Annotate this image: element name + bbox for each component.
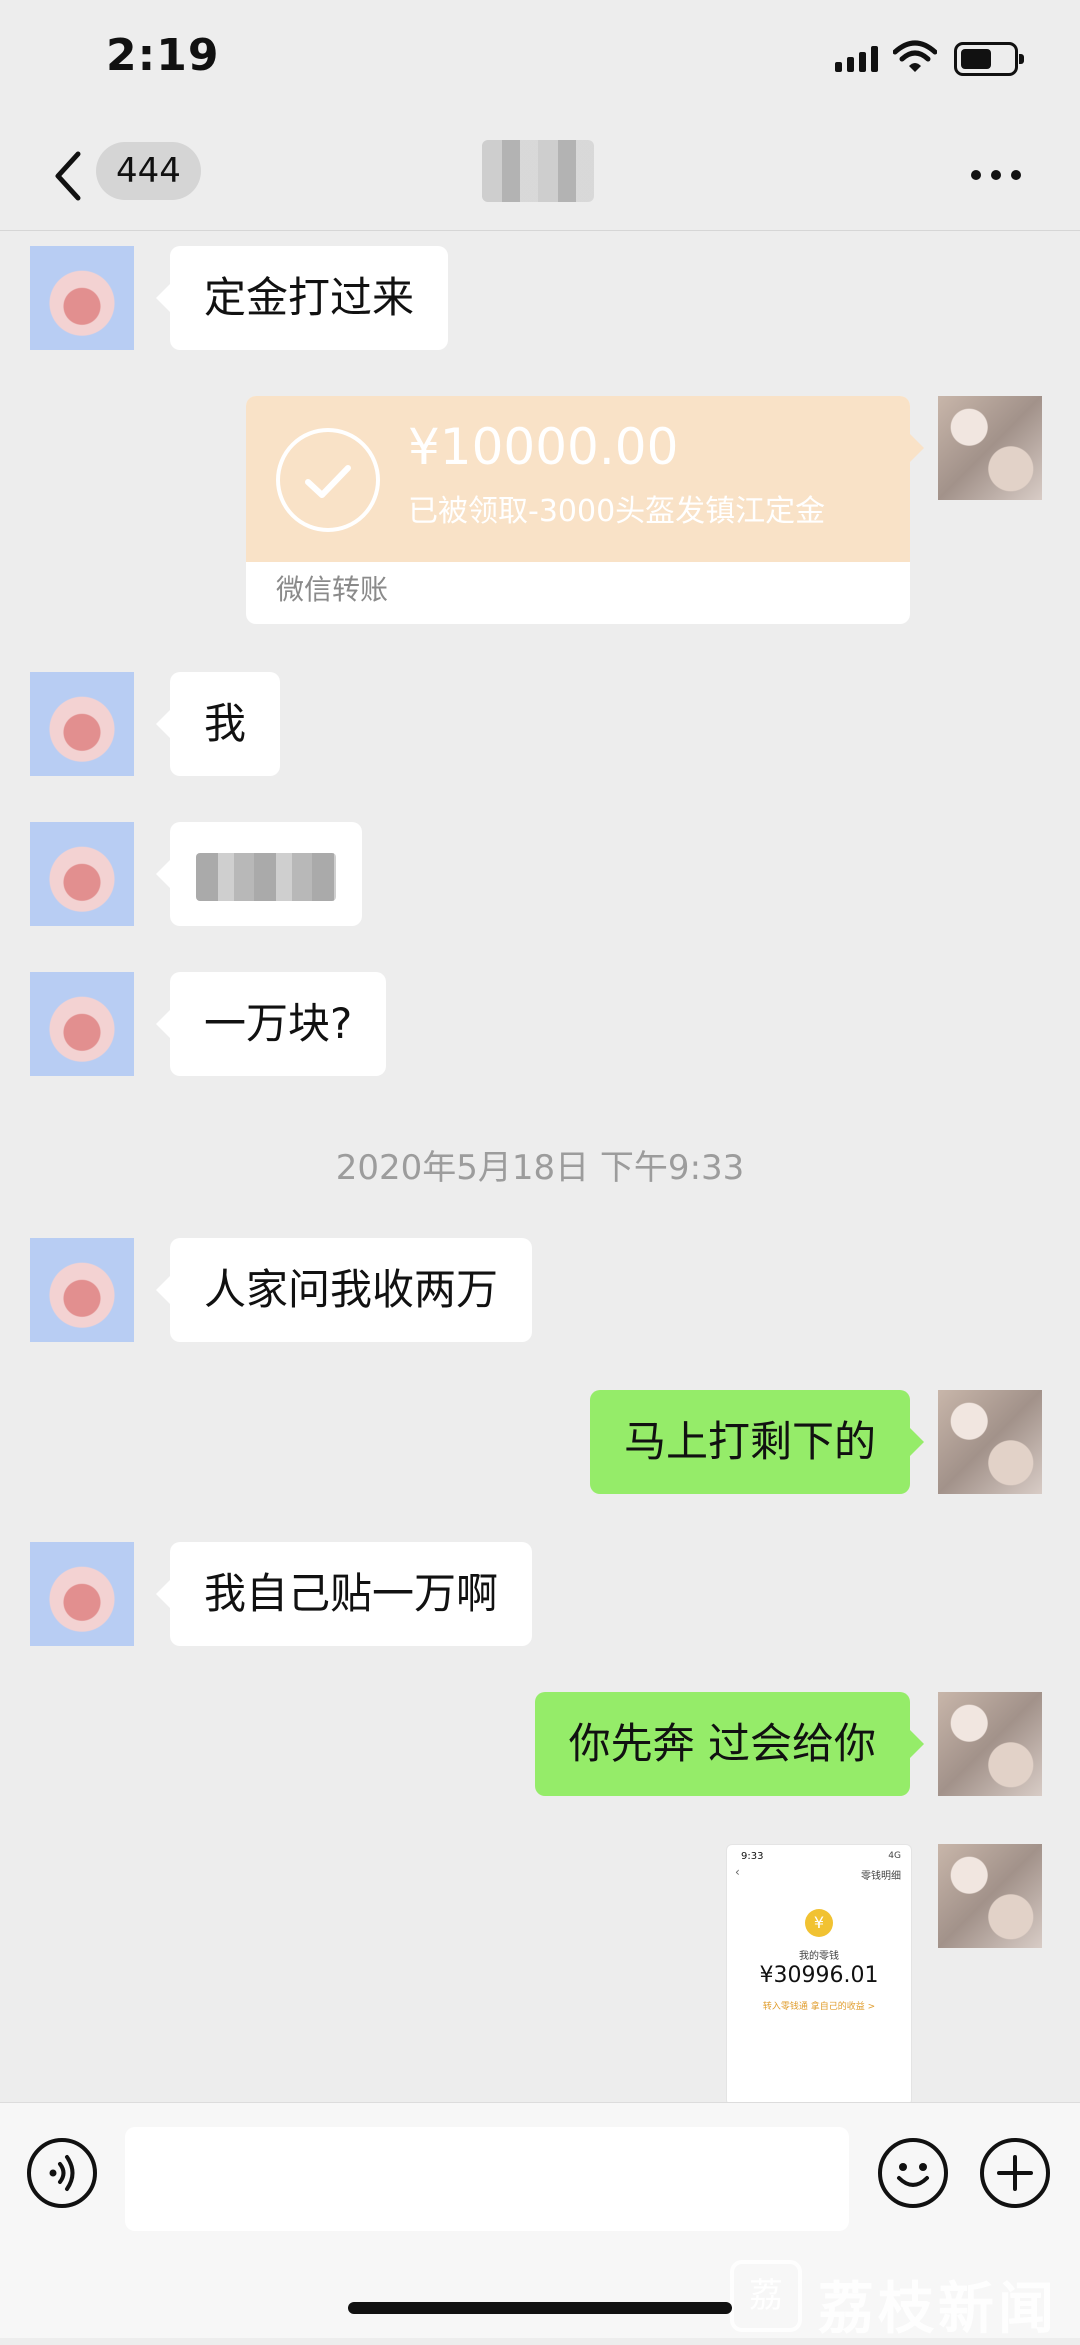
screenshot-title: 零钱明细	[861, 1871, 901, 1882]
contact-avatar[interactable]	[30, 246, 134, 350]
contact-avatar[interactable]	[30, 972, 134, 1076]
message-text-input[interactable]	[125, 2127, 849, 2231]
news-watermark: 荔 荔枝新闻	[726, 2250, 1080, 2342]
chat-timestamp: 2020年5月18日 下午9:33	[335, 1148, 745, 1188]
wechat-transfer-card[interactable]: ¥10000.00 已被领取-3000头盔发镇江定金 微信转账	[246, 396, 910, 624]
contact-avatar[interactable]	[30, 672, 134, 776]
contact-avatar[interactable]	[30, 1238, 134, 1342]
wallet-screenshot-image[interactable]: 9:33 4G ‹ 零钱明细 ¥ 我的零钱 ¥30996.01 转入零钱通 拿自…	[726, 1844, 912, 2106]
voice-icon	[49, 2155, 75, 2191]
screenshot-balance: ¥30996.01	[759, 1963, 879, 1988]
watermark-logo: 荔	[730, 2260, 802, 2332]
emoji-button[interactable]	[878, 2138, 948, 2208]
status-time: 2:19	[106, 30, 220, 81]
contact-avatar[interactable]	[30, 822, 134, 926]
more-options-icon[interactable]	[970, 164, 1022, 186]
check-circle-icon	[276, 428, 380, 532]
back-arrow-icon[interactable]	[48, 148, 88, 204]
screenshot-back-icon: ‹	[735, 1865, 740, 1879]
screenshot-status: 4G	[888, 1851, 901, 1861]
plus-icon	[997, 2155, 1033, 2191]
home-indicator[interactable]	[348, 2302, 732, 2314]
message-bubble-received[interactable]: 定金打过来	[155, 246, 449, 350]
message-bubble-received[interactable]: 人家问我收两万	[155, 1238, 533, 1342]
message-bubble-received[interactable]: 一万块?	[155, 972, 387, 1076]
contact-avatar[interactable]	[30, 1542, 134, 1646]
unread-count-badge[interactable]: 444	[96, 142, 201, 200]
battery-icon	[954, 42, 1024, 76]
my-avatar[interactable]	[938, 1390, 1042, 1494]
status-bar: 2:19	[0, 0, 1080, 120]
message-bubble-sent[interactable]: 你先奔 过会给你	[534, 1692, 925, 1796]
more-functions-button[interactable]	[980, 2138, 1050, 2208]
smiley-icon	[897, 2163, 929, 2187]
wifi-icon	[893, 40, 937, 72]
message-bubble-received[interactable]: 我自己贴一万啊	[155, 1542, 533, 1646]
transfer-label: 微信转账	[276, 573, 389, 606]
blurred-text	[196, 852, 336, 901]
watermark-text: 荔枝新闻	[818, 2277, 1058, 2342]
transfer-note: 已被领取-3000头盔发镇江定金	[408, 494, 826, 529]
chat-header: 444	[0, 120, 1080, 231]
screenshot-label: 我的零钱	[799, 1951, 839, 1962]
message-bubble-received[interactable]: 我	[155, 672, 281, 776]
screenshot-link: 转入零钱通 拿自己的收益 >	[762, 2002, 876, 2012]
transfer-card-tail	[910, 434, 924, 462]
cellular-signal-icon	[835, 46, 878, 72]
my-avatar[interactable]	[938, 1692, 1042, 1796]
my-avatar[interactable]	[938, 1844, 1042, 1948]
transfer-amount: ¥10000.00	[408, 418, 679, 476]
my-avatar[interactable]	[938, 396, 1042, 500]
chat-title	[482, 140, 594, 202]
screenshot-time: 9:33	[741, 1851, 764, 1862]
voice-button[interactable]	[27, 2138, 97, 2208]
message-bubble-sent[interactable]: 马上打剩下的	[589, 1390, 925, 1494]
wallet-coin-icon: ¥	[805, 1909, 833, 1937]
message-bubble-blurred[interactable]	[156, 822, 362, 926]
